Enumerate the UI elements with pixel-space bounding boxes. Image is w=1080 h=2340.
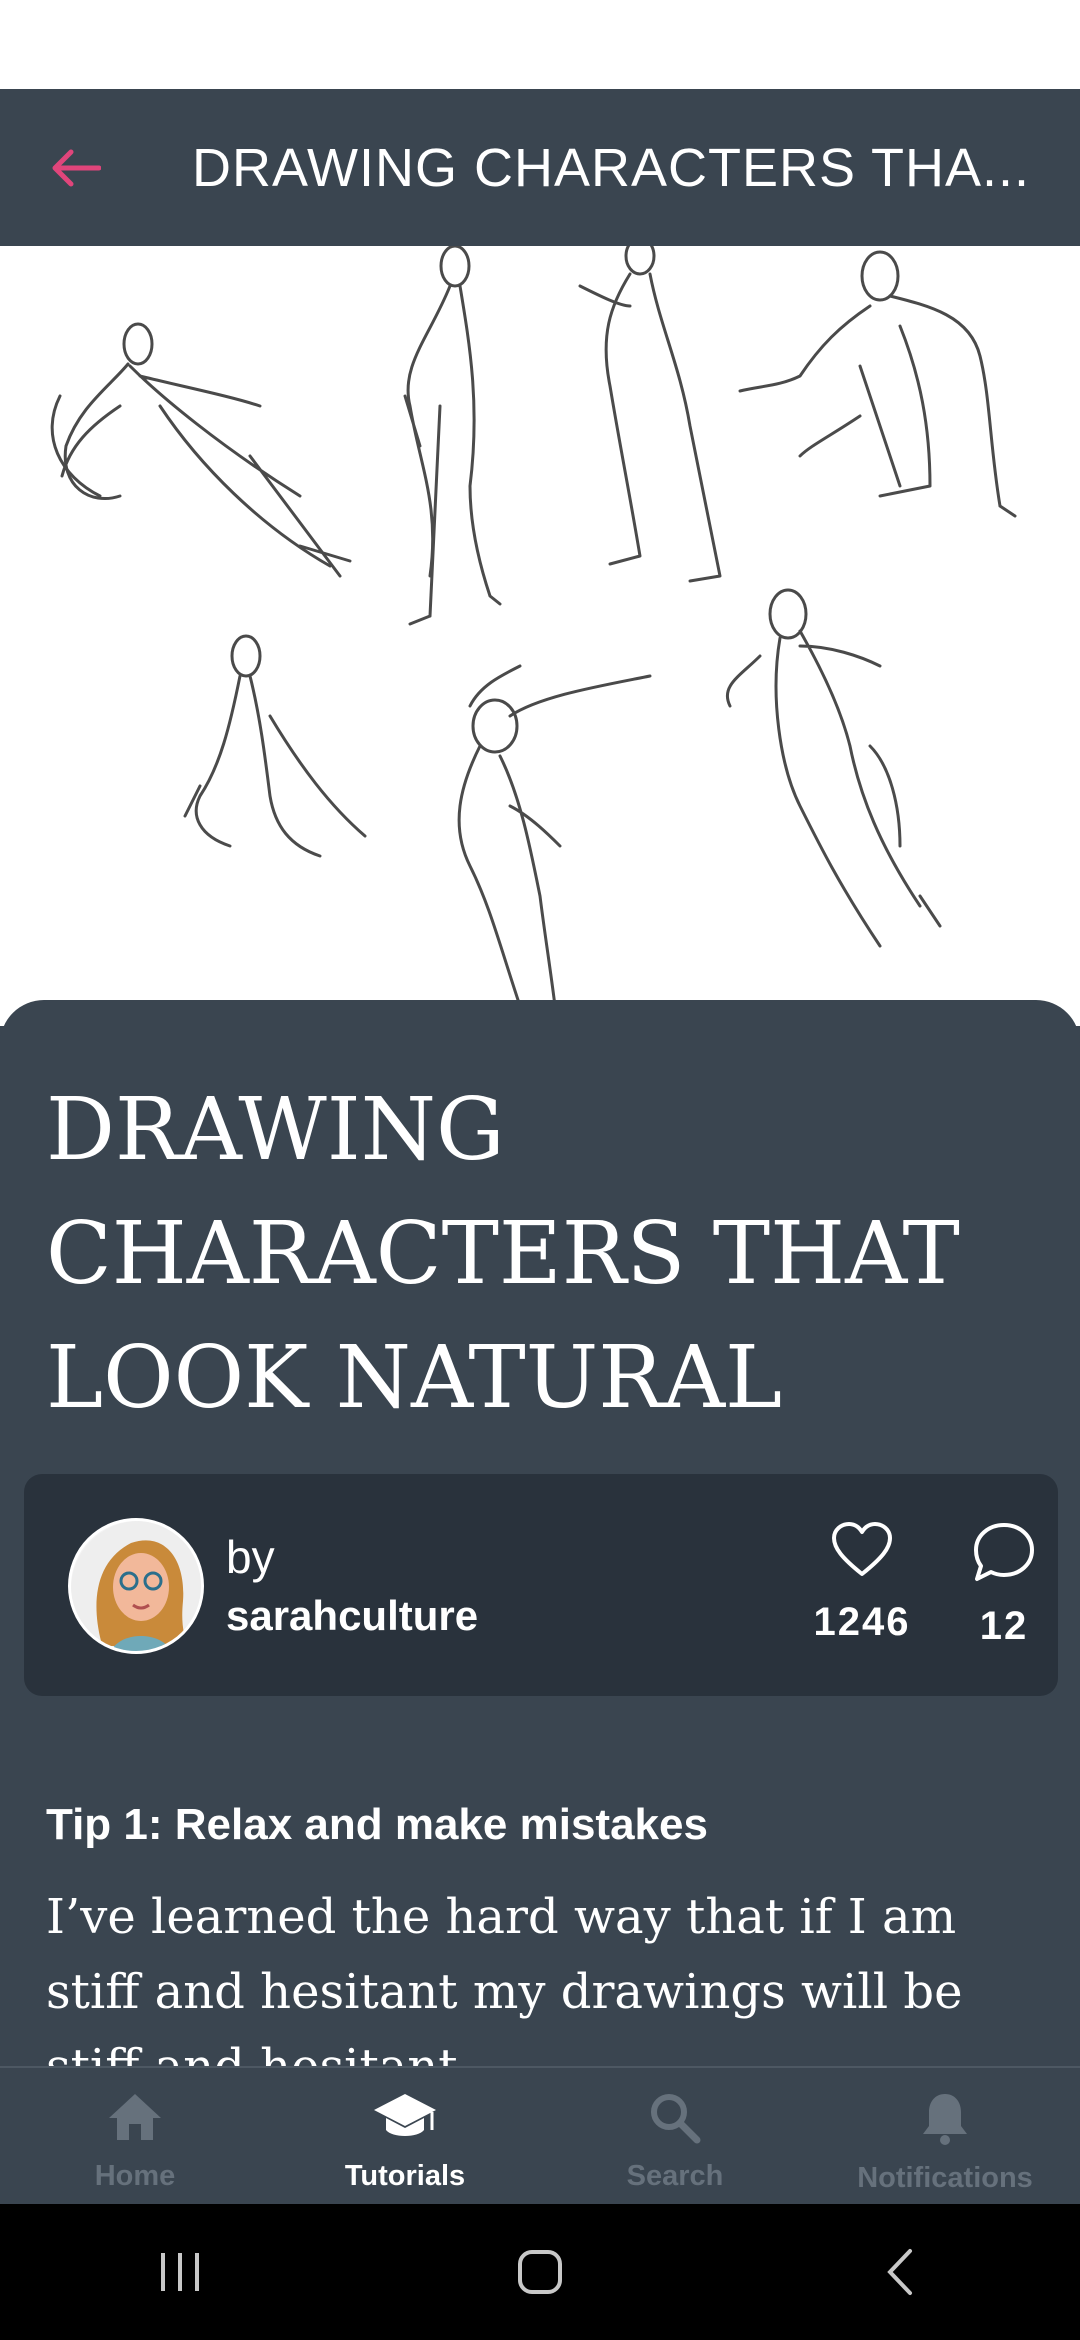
comment-button[interactable]: 12 [944,1522,1064,1649]
nav-item-search[interactable]: Search [540,2068,810,2206]
system-home-button[interactable] [480,2222,600,2322]
comment-count: 12 [979,1604,1029,1648]
nav-item-notifications[interactable]: Notifications [810,2068,1080,2206]
status-bar [0,0,1080,89]
author-avatar[interactable] [68,1518,204,1654]
chevron-left-icon [887,2249,912,2295]
author-name[interactable]: sarahculture [226,1592,478,1640]
nav-item-tutorials[interactable]: Tutorials [270,2068,540,2206]
nav-item-home[interactable]: Home [0,2068,270,2206]
search-icon [651,2094,701,2144]
back-button[interactable] [0,89,150,246]
arrow-left-icon [52,149,101,186]
recent-apps-icon [161,2253,199,2291]
avatar-illustration [71,1521,201,1651]
hero-image [0,246,1080,1026]
home-icon [109,2094,161,2140]
nav-label-tutorials: Tutorials [344,2160,466,2192]
tip-heading: Tip 1: Relax and make mistakes [46,1800,708,1849]
like-count: 1246 [813,1600,911,1644]
like-button[interactable]: 1246 [802,1522,922,1645]
author-by-label: by [226,1531,275,1583]
heart-icon [832,1522,892,1576]
graduation-cap-icon [374,2094,436,2136]
recent-apps-button[interactable] [120,2222,240,2322]
article-sheet: DRAWING CHARACTERS THAT LOOK NATURAL by … [0,1000,1080,2068]
app-bar-title: DRAWING CHARACTERS THA... [192,137,1031,198]
nav-label-notifications: Notifications [857,2162,1033,2194]
app-bar: DRAWING CHARACTERS THA... [0,89,1080,246]
nav-label-search: Search [626,2160,724,2192]
comment-icon [974,1523,1034,1581]
article-body: I’ve learned the hard way that if I am s… [46,1889,963,2068]
gesture-sketch-illustration [50,246,1017,1008]
home-square-icon [518,2250,562,2294]
author-card[interactable]: by sarahculture 1246 12 [24,1474,1058,1696]
system-navigation-bar [0,2204,1080,2340]
bell-icon [923,2094,967,2145]
nav-label-home: Home [94,2160,176,2192]
system-back-button[interactable] [840,2222,960,2322]
bottom-nav: Home Tutorials Search Notifications [0,2066,1080,2206]
article-title: DRAWING CHARACTERS THAT LOOK NATURAL [46,1080,960,1428]
